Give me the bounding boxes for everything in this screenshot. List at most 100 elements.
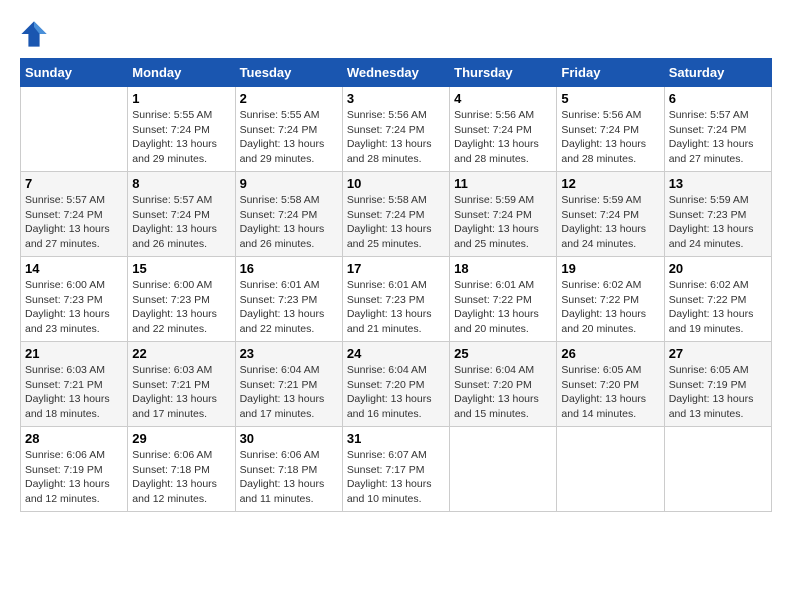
calendar-cell: 19 Sunrise: 6:02 AM Sunset: 7:22 PM Dayli…: [557, 257, 664, 342]
calendar-table: SundayMondayTuesdayWednesdayThursdayFrid…: [20, 58, 772, 512]
calendar-cell: 20Sunrise: 6:02 AM Sunset: 7:22 PM Dayli…: [664, 257, 771, 342]
day-number: 30: [240, 431, 338, 446]
calendar-cell: [664, 427, 771, 512]
day-number: 5: [561, 91, 659, 106]
col-header-tuesday: Tuesday: [235, 59, 342, 87]
day-info: Sunrise: 5:57 AM Sunset: 7:24 PM Dayligh…: [132, 193, 230, 252]
day-info: Sunrise: 6:01 AM Sunset: 7:23 PM Dayligh…: [240, 278, 338, 337]
calendar-cell: 29Sunrise: 6:06 AM Sunset: 7:18 PM Dayli…: [128, 427, 235, 512]
calendar-cell: 15Sunrise: 6:00 AM Sunset: 7:23 PM Dayli…: [128, 257, 235, 342]
day-info: Sunrise: 5:57 AM Sunset: 7:24 PM Dayligh…: [25, 193, 123, 252]
day-number: 2: [240, 91, 338, 106]
calendar-cell: 22 Sunrise: 6:03 AM Sunset: 7:21 PM Dayli…: [128, 342, 235, 427]
day-info: Sunrise: 5:58 AM Sunset: 7:24 PM Dayligh…: [240, 193, 338, 252]
calendar-cell: 26Sunrise: 6:05 AM Sunset: 7:20 PM Dayli…: [557, 342, 664, 427]
col-header-friday: Friday: [557, 59, 664, 87]
calendar-cell: 2 Sunrise: 5:55 AM Sunset: 7:24 PM Daylig…: [235, 87, 342, 172]
day-number: 15: [132, 261, 230, 276]
day-info: Sunrise: 6:03 AM Sunset: 7:21 PM Dayligh…: [25, 363, 123, 422]
day-number: 20: [669, 261, 767, 276]
calendar-cell: 7 Sunrise: 5:57 AM Sunset: 7:24 PM Daylig…: [21, 172, 128, 257]
calendar-cell: 24 Sunrise: 6:04 AM Sunset: 7:20 PM Dayli…: [342, 342, 449, 427]
day-number: 28: [25, 431, 123, 446]
col-header-thursday: Thursday: [450, 59, 557, 87]
calendar-cell: 28Sunrise: 6:06 AM Sunset: 7:19 PM Dayli…: [21, 427, 128, 512]
day-info: Sunrise: 5:58 AM Sunset: 7:24 PM Dayligh…: [347, 193, 445, 252]
calendar-cell: [21, 87, 128, 172]
day-info: Sunrise: 5:59 AM Sunset: 7:23 PM Dayligh…: [669, 193, 767, 252]
day-info: Sunrise: 5:56 AM Sunset: 7:24 PM Dayligh…: [454, 108, 552, 167]
day-info: Sunrise: 6:00 AM Sunset: 7:23 PM Dayligh…: [25, 278, 123, 337]
day-info: Sunrise: 5:56 AM Sunset: 7:24 PM Dayligh…: [347, 108, 445, 167]
calendar-cell: 16Sunrise: 6:01 AM Sunset: 7:23 PM Dayli…: [235, 257, 342, 342]
day-number: 11: [454, 176, 552, 191]
logo: [20, 20, 50, 48]
calendar-week-row: 7 Sunrise: 5:57 AM Sunset: 7:24 PM Daylig…: [21, 172, 772, 257]
day-info: Sunrise: 6:06 AM Sunset: 7:18 PM Dayligh…: [240, 448, 338, 507]
calendar-cell: 8 Sunrise: 5:57 AM Sunset: 7:24 PM Daylig…: [128, 172, 235, 257]
calendar-cell: [450, 427, 557, 512]
day-info: Sunrise: 5:55 AM Sunset: 7:24 PM Dayligh…: [132, 108, 230, 167]
day-number: 18: [454, 261, 552, 276]
day-number: 6: [669, 91, 767, 106]
day-number: 8: [132, 176, 230, 191]
calendar-cell: 11 Sunrise: 5:59 AM Sunset: 7:24 PM Dayli…: [450, 172, 557, 257]
calendar-cell: 5Sunrise: 5:56 AM Sunset: 7:24 PM Daylig…: [557, 87, 664, 172]
day-number: 4: [454, 91, 552, 106]
col-header-sunday: Sunday: [21, 59, 128, 87]
day-number: 31: [347, 431, 445, 446]
day-info: Sunrise: 6:05 AM Sunset: 7:20 PM Dayligh…: [561, 363, 659, 422]
calendar-cell: 14 Sunrise: 6:00 AM Sunset: 7:23 PM Dayli…: [21, 257, 128, 342]
day-number: 14: [25, 261, 123, 276]
calendar-cell: 3 Sunrise: 5:56 AM Sunset: 7:24 PM Daylig…: [342, 87, 449, 172]
calendar-cell: [557, 427, 664, 512]
col-header-saturday: Saturday: [664, 59, 771, 87]
day-number: 24: [347, 346, 445, 361]
day-number: 3: [347, 91, 445, 106]
day-number: 25: [454, 346, 552, 361]
calendar-cell: 21 Sunrise: 6:03 AM Sunset: 7:21 PM Dayli…: [21, 342, 128, 427]
day-number: 21: [25, 346, 123, 361]
day-info: Sunrise: 6:04 AM Sunset: 7:20 PM Dayligh…: [347, 363, 445, 422]
calendar-cell: 6 Sunrise: 5:57 AM Sunset: 7:24 PM Daylig…: [664, 87, 771, 172]
day-info: Sunrise: 6:01 AM Sunset: 7:22 PM Dayligh…: [454, 278, 552, 337]
day-info: Sunrise: 5:55 AM Sunset: 7:24 PM Dayligh…: [240, 108, 338, 167]
calendar-week-row: 14 Sunrise: 6:00 AM Sunset: 7:23 PM Dayli…: [21, 257, 772, 342]
calendar-cell: 27Sunrise: 6:05 AM Sunset: 7:19 PM Dayli…: [664, 342, 771, 427]
day-number: 29: [132, 431, 230, 446]
calendar-week-row: 21 Sunrise: 6:03 AM Sunset: 7:21 PM Dayli…: [21, 342, 772, 427]
day-number: 17: [347, 261, 445, 276]
col-header-wednesday: Wednesday: [342, 59, 449, 87]
day-info: Sunrise: 6:07 AM Sunset: 7:17 PM Dayligh…: [347, 448, 445, 507]
calendar-cell: 13Sunrise: 5:59 AM Sunset: 7:23 PM Dayli…: [664, 172, 771, 257]
day-info: Sunrise: 6:04 AM Sunset: 7:20 PM Dayligh…: [454, 363, 552, 422]
day-info: Sunrise: 6:02 AM Sunset: 7:22 PM Dayligh…: [561, 278, 659, 337]
day-number: 9: [240, 176, 338, 191]
calendar-cell: 30 Sunrise: 6:06 AM Sunset: 7:18 PM Dayli…: [235, 427, 342, 512]
day-number: 1: [132, 91, 230, 106]
day-number: 10: [347, 176, 445, 191]
calendar-cell: 10 Sunrise: 5:58 AM Sunset: 7:24 PM Dayli…: [342, 172, 449, 257]
calendar-cell: 17 Sunrise: 6:01 AM Sunset: 7:23 PM Dayli…: [342, 257, 449, 342]
logo-icon: [20, 20, 48, 48]
calendar-cell: 1 Sunrise: 5:55 AM Sunset: 7:24 PM Daylig…: [128, 87, 235, 172]
day-info: Sunrise: 6:01 AM Sunset: 7:23 PM Dayligh…: [347, 278, 445, 337]
day-info: Sunrise: 6:03 AM Sunset: 7:21 PM Dayligh…: [132, 363, 230, 422]
calendar-cell: 4 Sunrise: 5:56 AM Sunset: 7:24 PM Daylig…: [450, 87, 557, 172]
calendar-week-row: 1 Sunrise: 5:55 AM Sunset: 7:24 PM Daylig…: [21, 87, 772, 172]
day-info: Sunrise: 5:57 AM Sunset: 7:24 PM Dayligh…: [669, 108, 767, 167]
day-number: 7: [25, 176, 123, 191]
day-info: Sunrise: 5:59 AM Sunset: 7:24 PM Dayligh…: [454, 193, 552, 252]
calendar-week-row: 28Sunrise: 6:06 AM Sunset: 7:19 PM Dayli…: [21, 427, 772, 512]
calendar-cell: 23Sunrise: 6:04 AM Sunset: 7:21 PM Dayli…: [235, 342, 342, 427]
day-number: 19: [561, 261, 659, 276]
day-info: Sunrise: 6:04 AM Sunset: 7:21 PM Dayligh…: [240, 363, 338, 422]
day-number: 22: [132, 346, 230, 361]
day-number: 27: [669, 346, 767, 361]
calendar-cell: 9 Sunrise: 5:58 AM Sunset: 7:24 PM Daylig…: [235, 172, 342, 257]
day-info: Sunrise: 5:59 AM Sunset: 7:24 PM Dayligh…: [561, 193, 659, 252]
calendar-cell: 18 Sunrise: 6:01 AM Sunset: 7:22 PM Dayli…: [450, 257, 557, 342]
col-header-monday: Monday: [128, 59, 235, 87]
day-number: 12: [561, 176, 659, 191]
calendar-cell: 25 Sunrise: 6:04 AM Sunset: 7:20 PM Dayli…: [450, 342, 557, 427]
